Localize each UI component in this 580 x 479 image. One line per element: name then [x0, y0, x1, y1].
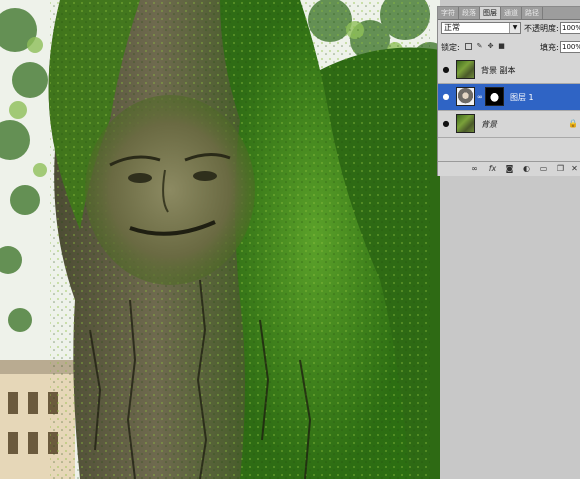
tree-photo [0, 0, 440, 479]
trash-icon[interactable]: ✕ [570, 164, 579, 173]
adjustment-icon[interactable]: ◐ [522, 164, 531, 173]
layer-row[interactable]: ● 背景 副本 [438, 57, 580, 84]
layer-mask-thumbnail[interactable] [485, 87, 504, 106]
chain-link-icon[interactable]: ∞ [477, 93, 483, 101]
lock-label: 锁定: [441, 43, 460, 52]
tab-character[interactable]: 字符 [438, 7, 459, 19]
layers-panel: 字符 段落 图层 通道 路径 正常 ▼ 不透明度: 100% 锁定: ✎ ✥ ■… [437, 6, 580, 176]
lock-move-icon[interactable]: ✥ [487, 43, 494, 50]
fill-label: 填充: [540, 43, 559, 52]
layer-row[interactable]: ● 背景 🔒 [438, 111, 580, 138]
mask-icon[interactable]: ◙ [505, 164, 514, 173]
layer-name: 背景 [481, 120, 497, 129]
fill-field[interactable]: 100% [560, 41, 580, 53]
document-canvas[interactable] [0, 0, 440, 479]
layer-thumbnail [456, 60, 475, 79]
tab-paths[interactable]: 路径 [522, 7, 543, 19]
tab-paragraph[interactable]: 段落 [459, 7, 480, 19]
eye-icon[interactable]: ● [440, 64, 452, 76]
layer-name: 图层 1 [510, 93, 534, 102]
panel-tabs: 字符 段落 图层 通道 路径 [438, 7, 580, 20]
layer-thumbnail [456, 87, 475, 106]
fx-icon[interactable]: fx [488, 164, 497, 173]
blend-mode-select[interactable]: 正常 ▼ [441, 22, 521, 34]
layer-thumbnail [456, 114, 475, 133]
eye-icon[interactable]: ● [440, 91, 452, 103]
group-icon[interactable]: ▭ [539, 164, 548, 173]
chevron-down-icon: ▼ [509, 23, 520, 33]
lock-transparency-icon[interactable] [465, 43, 472, 50]
lock-icon: 🔒 [568, 119, 578, 128]
tab-channels[interactable]: 通道 [501, 7, 522, 19]
link-icon[interactable]: ∞ [470, 164, 479, 173]
eye-icon[interactable]: ● [440, 118, 452, 130]
new-layer-icon[interactable]: ❐ [556, 164, 565, 173]
opacity-field[interactable]: 100% [560, 22, 580, 34]
lock-paint-icon[interactable]: ✎ [476, 43, 483, 50]
layers-list: ● 背景 副本 ● ∞ 图层 1 ● 背景 🔒 [438, 57, 580, 138]
panel-footer: ∞ fx ◙ ◐ ▭ ❐ ✕ [438, 161, 580, 176]
tab-layers[interactable]: 图层 [480, 7, 501, 19]
layer-name: 背景 副本 [481, 66, 516, 75]
opacity-label: 不透明度: [524, 24, 559, 33]
blend-mode-value: 正常 [444, 23, 460, 32]
layer-row-selected[interactable]: ● ∞ 图层 1 [438, 84, 580, 111]
lock-all-icon[interactable]: ■ [498, 43, 505, 50]
